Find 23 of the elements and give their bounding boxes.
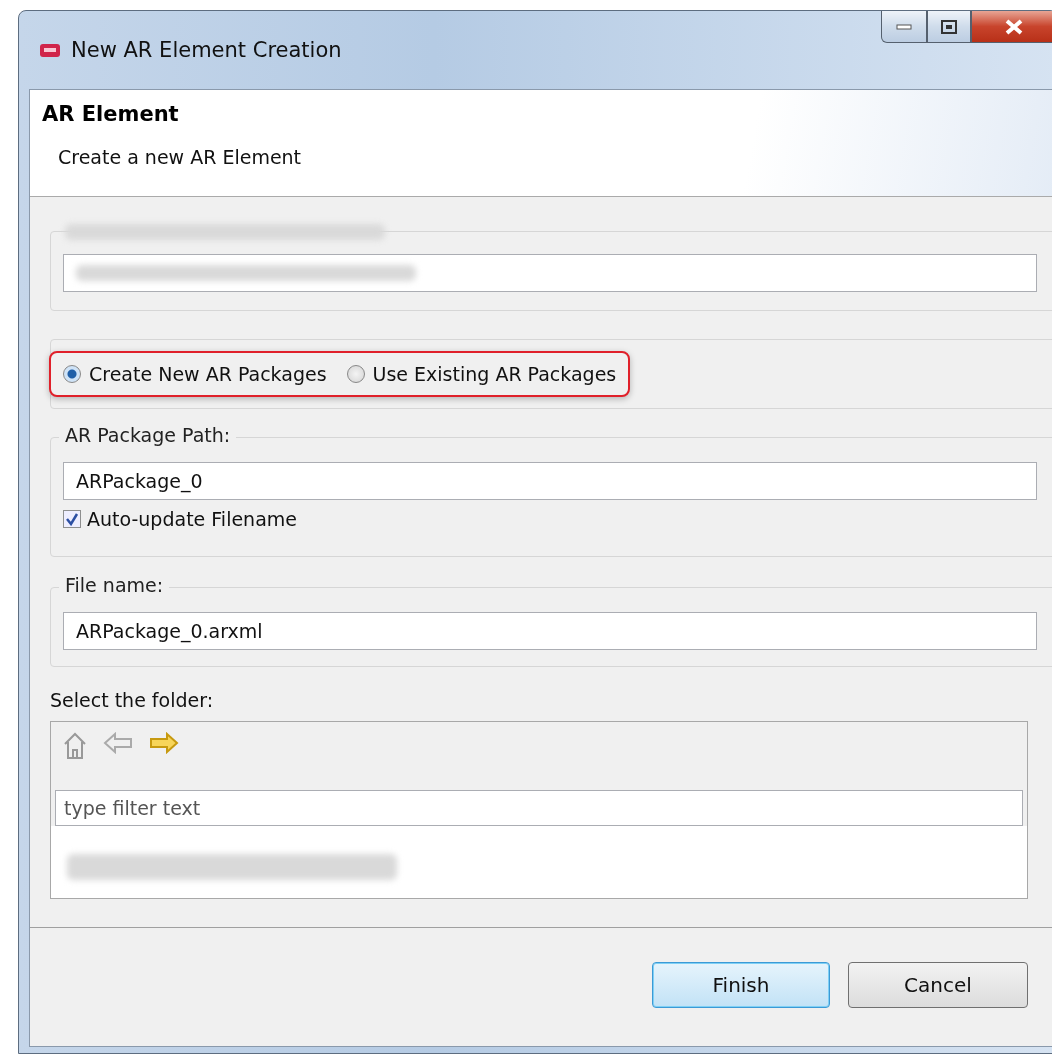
input-field[interactable]: ARPackage_0 — [63, 462, 1037, 500]
filter-field[interactable]: type filter text — [55, 790, 1023, 826]
checkbox-label: Auto-update Filename — [87, 508, 297, 530]
maximize-icon — [941, 19, 957, 34]
home-icon[interactable] — [63, 732, 87, 760]
input-field[interactable]: ARPackage_0.arxml — [63, 612, 1037, 650]
group-label: AR Package Path: — [59, 424, 237, 446]
blurred-field[interactable] — [63, 254, 1037, 292]
section-label: Select the folder: — [50, 689, 215, 711]
close-button[interactable] — [971, 11, 1052, 43]
maximize-button[interactable] — [927, 11, 971, 43]
close-icon — [1005, 18, 1023, 35]
checkbox-option[interactable]: Auto-update Filename — [63, 508, 1037, 530]
page-title: AR Element — [42, 102, 180, 126]
minimize-icon — [896, 23, 912, 30]
app-icon — [39, 41, 61, 59]
back-arrow-icon[interactable] — [103, 732, 133, 754]
window-title: New AR Element Creation — [71, 38, 342, 62]
page-description: Create a new AR Element — [58, 146, 303, 168]
dialog-button[interactable]: Cancel — [848, 962, 1028, 1008]
dialog-button[interactable]: Finish — [652, 962, 830, 1008]
minimize-button[interactable] — [881, 11, 927, 43]
forward-arrow-icon[interactable] — [149, 732, 179, 754]
